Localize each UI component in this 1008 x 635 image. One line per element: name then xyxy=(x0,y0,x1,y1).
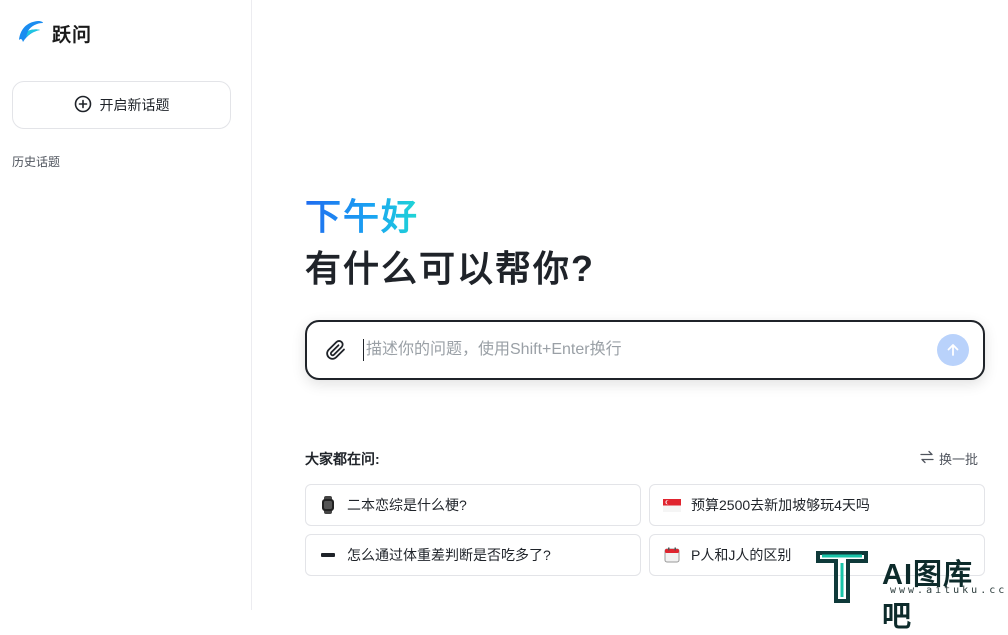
app-name: 跃问 xyxy=(52,25,93,46)
watermark-subtext: www.aituku.cc xyxy=(890,585,1008,596)
main-area: 下午好 有什么可以帮你? 大家都在问: 换一批 二本恋综是什么梗? xyxy=(252,0,1008,610)
suggestion-label: 预算2500去新加坡够玩4天吗 xyxy=(691,497,870,513)
send-button[interactable] xyxy=(937,334,969,366)
singapore-flag-icon xyxy=(662,495,682,515)
dolphin-logo-icon xyxy=(16,18,44,49)
minus-icon xyxy=(318,545,338,565)
suggestion-label: 怎么通过体重差判断是否吃多了? xyxy=(347,547,551,563)
suggestion-label: P人和J人的区别 xyxy=(691,547,792,563)
refresh-suggestions-button[interactable]: 换一批 xyxy=(920,449,978,468)
attachment-icon[interactable] xyxy=(323,337,349,363)
suggestion-item[interactable]: 预算2500去新加坡够玩4天吗 xyxy=(649,484,985,526)
sidebar: 跃问 开启新话题 历史话题 xyxy=(0,0,252,610)
calendar-icon xyxy=(662,545,682,565)
suggestion-item[interactable]: 二本恋综是什么梗? xyxy=(305,484,641,526)
question-input[interactable] xyxy=(363,339,937,361)
watch-icon xyxy=(318,495,338,515)
refresh-label: 换一批 xyxy=(938,452,978,467)
watermark: AI图库吧 www.aituku.cc xyxy=(812,547,1004,633)
help-subtitle: 有什么可以帮你? xyxy=(305,248,595,289)
app-logo[interactable]: 跃问 xyxy=(16,18,92,49)
history-section-label: 历史话题 xyxy=(12,155,61,169)
greeting-title: 下午好 xyxy=(305,188,419,240)
suggestion-item[interactable]: 怎么通过体重差判断是否吃多了? xyxy=(305,534,641,576)
new-topic-button[interactable]: 开启新话题 xyxy=(12,81,231,129)
popular-questions-title: 大家都在问: xyxy=(305,451,380,467)
swap-arrows-icon xyxy=(920,450,934,467)
suggestion-label: 二本恋综是什么梗? xyxy=(347,497,467,513)
new-topic-label: 开启新话题 xyxy=(99,97,170,113)
plus-circle-icon xyxy=(74,95,92,116)
arrow-up-icon xyxy=(947,344,959,356)
chat-input-box xyxy=(305,320,985,380)
